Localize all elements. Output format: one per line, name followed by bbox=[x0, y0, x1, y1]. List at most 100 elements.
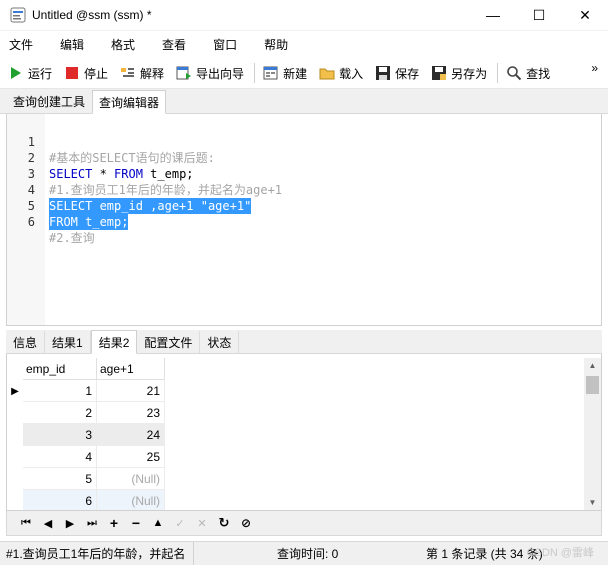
menu-view[interactable]: 查看 bbox=[162, 36, 186, 53]
row-indicator-header bbox=[7, 358, 23, 380]
tab-result-1[interactable]: 结果1 bbox=[45, 331, 91, 353]
run-button[interactable]: 运行 bbox=[6, 61, 54, 85]
cell-emp-id[interactable]: 6 bbox=[23, 490, 97, 510]
scroll-down-arrow-icon[interactable]: ▼ bbox=[584, 495, 601, 510]
menu-edit[interactable]: 编辑 bbox=[60, 36, 84, 53]
table-row[interactable]: 6 (Null) bbox=[7, 490, 165, 510]
table-row[interactable]: ▶ 1 21 bbox=[7, 380, 165, 402]
next-record-icon[interactable]: ▶ bbox=[59, 513, 81, 533]
menu-window[interactable]: 窗口 bbox=[213, 36, 237, 53]
cell-emp-id[interactable]: 3 bbox=[23, 424, 97, 446]
menu-file[interactable]: 文件 bbox=[9, 36, 33, 53]
status-sql-preview: #1.查询员工1年后的年龄，并起名 bbox=[0, 541, 194, 565]
table-row[interactable]: 5 (Null) bbox=[7, 468, 165, 490]
save-as-icon bbox=[432, 66, 447, 80]
stop-loading-icon[interactable]: ⊘ bbox=[235, 513, 257, 533]
column-header-emp-id[interactable]: emp_id bbox=[23, 358, 97, 380]
check-icon[interactable]: ✓ bbox=[169, 513, 191, 533]
stop-label: 停止 bbox=[84, 66, 109, 81]
previous-record-icon[interactable]: ◀ bbox=[37, 513, 59, 533]
last-record-icon[interactable]: ⏭ bbox=[81, 513, 103, 533]
cell-age[interactable]: 21 bbox=[97, 380, 165, 402]
cell-emp-id[interactable]: 1 bbox=[23, 380, 97, 402]
table-row[interactable]: 2 23 bbox=[7, 402, 165, 424]
minimize-button[interactable]: — bbox=[470, 0, 516, 31]
apply-changes-icon[interactable]: ▲ bbox=[147, 513, 169, 533]
code-line-selected: 4 SELECT emp_id ,age+1 "age+1" bbox=[7, 166, 601, 214]
tab-result-2[interactable]: 结果2 bbox=[90, 330, 138, 354]
cell-age[interactable]: 25 bbox=[97, 446, 165, 468]
find-button[interactable]: 查找 bbox=[504, 61, 552, 85]
menu-bar: 文件 编辑 格式 查看 窗口 帮助 bbox=[0, 31, 608, 58]
cell-age-null[interactable]: (Null) bbox=[97, 468, 165, 490]
record-navigation-bar: ⏮ ◀ ▶ ⏭ + − ▲ ✓ ✕ ↻ ⊘ bbox=[6, 511, 602, 536]
search-icon bbox=[507, 66, 522, 81]
row-indicator bbox=[7, 424, 23, 446]
discard-changes-icon[interactable]: ✕ bbox=[191, 513, 213, 533]
status-bar: #1.查询员工1年后的年龄，并起名 查询时间: 0.000s 第 1 条记录 (… bbox=[0, 541, 608, 565]
stop-button[interactable]: 停止 bbox=[62, 61, 110, 85]
export-icon bbox=[176, 66, 192, 80]
cell-age-null[interactable]: (Null) bbox=[97, 490, 165, 510]
cell-emp-id[interactable]: 2 bbox=[23, 402, 97, 424]
scrollbar-thumb[interactable] bbox=[586, 376, 599, 394]
scroll-up-arrow-icon[interactable]: ▲ bbox=[584, 358, 601, 374]
new-label: 新建 bbox=[283, 66, 308, 81]
save-label: 保存 bbox=[395, 66, 420, 81]
save-button[interactable]: 保存 bbox=[373, 61, 421, 85]
tab-info[interactable]: 信息 bbox=[6, 331, 46, 353]
stop-icon bbox=[66, 67, 79, 79]
watermark: CSDN @雷峰 bbox=[526, 547, 594, 559]
column-header-age-plus-1[interactable]: age+1 bbox=[97, 358, 165, 380]
result-grid[interactable]: emp_id age+1 ▶ 1 21 2 23 3 24 4 25 5 (Nu… bbox=[6, 354, 602, 511]
cell-emp-id[interactable]: 4 bbox=[23, 446, 97, 468]
selected-code: FROM t_emp; bbox=[49, 214, 129, 230]
close-button[interactable]: ✕ bbox=[562, 0, 608, 31]
current-row-arrow-icon: ▶ bbox=[7, 380, 23, 402]
explain-label: 解释 bbox=[140, 66, 165, 81]
menu-format[interactable]: 格式 bbox=[111, 36, 135, 53]
row-marker: ▶ bbox=[11, 385, 19, 397]
tab-status[interactable]: 状态 bbox=[200, 331, 240, 353]
result-tab-strip: 信息 结果1 结果2 配置文件 状态 bbox=[6, 330, 602, 354]
row-indicator bbox=[7, 446, 23, 468]
status-query-time: 查询时间: 0.000s bbox=[277, 547, 338, 561]
grid-vertical-scrollbar[interactable]: ▲ ▼ bbox=[584, 358, 601, 510]
new-query-icon bbox=[263, 66, 278, 80]
folder-open-icon bbox=[319, 68, 335, 80]
tab-profile[interactable]: 配置文件 bbox=[137, 331, 201, 353]
export-wizard-label: 导出向导 bbox=[196, 66, 245, 81]
save-as-label: 另存为 bbox=[451, 66, 488, 81]
sql-editor[interactable]: 1 #基本的SELECT语句的课后题: 2 SELECT * FROM t_em… bbox=[6, 114, 602, 326]
code-comment: #2.查询 bbox=[49, 231, 95, 245]
table-row[interactable]: 4 25 bbox=[7, 446, 165, 468]
first-record-icon[interactable]: ⏮ bbox=[15, 513, 37, 533]
navicat-app-icon bbox=[10, 7, 26, 23]
cell-emp-id[interactable]: 5 bbox=[23, 468, 97, 490]
row-indicator bbox=[7, 402, 23, 424]
cell-age[interactable]: 24 bbox=[97, 424, 165, 446]
tab-query-builder[interactable]: 查询创建工具 bbox=[6, 90, 92, 113]
row-indicator bbox=[7, 468, 23, 490]
new-button[interactable]: 新建 bbox=[261, 61, 309, 85]
toolbar-overflow-button[interactable]: » bbox=[591, 61, 598, 75]
code-line: 6 #2.查询 bbox=[7, 198, 601, 245]
toolbar-separator bbox=[497, 63, 499, 83]
maximize-button[interactable]: ☐ bbox=[516, 0, 562, 31]
code-line: 2 SELECT * FROM t_emp; bbox=[7, 134, 601, 181]
export-wizard-button[interactable]: 导出向导 bbox=[174, 61, 246, 85]
delete-record-icon[interactable]: − bbox=[125, 513, 147, 533]
refresh-icon[interactable]: ↻ bbox=[213, 513, 235, 533]
cell-age[interactable]: 23 bbox=[97, 402, 165, 424]
explain-icon bbox=[121, 68, 135, 77]
explain-button[interactable]: 解释 bbox=[118, 61, 166, 85]
tab-query-editor[interactable]: 查询编辑器 bbox=[92, 90, 167, 114]
table-row[interactable]: 3 24 bbox=[7, 424, 165, 446]
line-number: 6 bbox=[27, 215, 35, 229]
load-button[interactable]: 载入 bbox=[317, 61, 365, 85]
menu-help[interactable]: 帮助 bbox=[264, 36, 288, 53]
add-record-icon[interactable]: + bbox=[103, 513, 125, 533]
title-bar: Untitled @ssm (ssm) * — ☐ ✕ bbox=[0, 0, 608, 31]
save-as-button[interactable]: 另存为 bbox=[429, 61, 489, 85]
row-indicator bbox=[7, 490, 23, 510]
